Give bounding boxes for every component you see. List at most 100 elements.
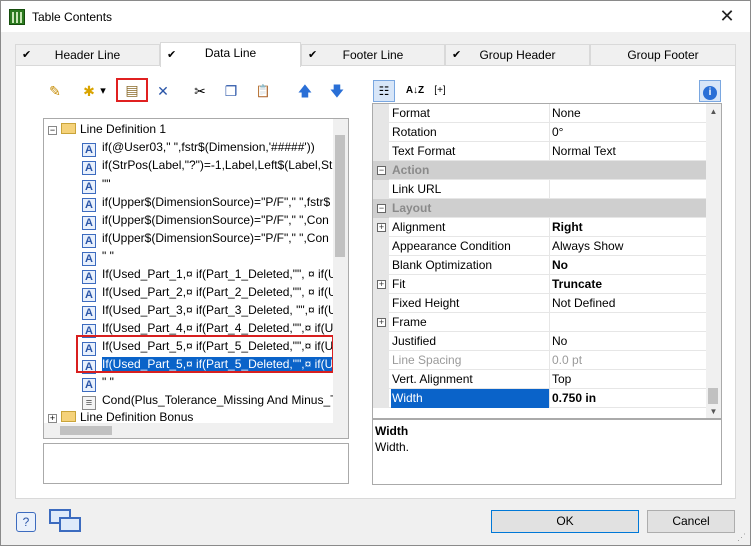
folder-icon: [61, 411, 76, 422]
table-contents-dialog: Table Contents ✕ ✔ Header Line ✔ Data Li…: [0, 0, 751, 546]
collapse-icon[interactable]: −: [48, 126, 57, 135]
property-row-text-format[interactable]: Text Format Normal Text: [373, 142, 706, 161]
tree-item[interactable]: A " ": [82, 373, 114, 392]
sort-alpha-icon[interactable]: A↓Z: [403, 81, 427, 101]
scroll-up-icon[interactable]: ▲: [706, 104, 721, 119]
property-row-blank-optimization[interactable]: Blank Optimization No: [373, 256, 706, 275]
collapse-icon[interactable]: −: [377, 166, 386, 175]
tree-item[interactable]: A If(Used_Part_1,¤ if(Part_1_Deleted,"", …: [82, 265, 337, 284]
tree-item[interactable]: A "": [82, 175, 111, 194]
tab-label: Footer Line: [342, 48, 404, 62]
property-row-format[interactable]: Format None: [373, 104, 706, 123]
property-description-box: Width Width.: [372, 419, 722, 485]
tab-group-header[interactable]: ✔ Group Header: [445, 44, 590, 66]
line-definition-tree[interactable]: − Line Definition 1 Aif(@User03," ",fstr$…: [43, 118, 349, 439]
tab-label: Header Line: [54, 48, 121, 62]
property-row-vert-alignment[interactable]: Vert. Alignment Top: [373, 370, 706, 389]
categorized-view-icon[interactable]: ☷: [373, 80, 395, 102]
tree-horizontal-scrollbar[interactable]: [44, 423, 348, 438]
property-row-width[interactable]: Width 0.750 in: [373, 389, 706, 408]
property-row-justified[interactable]: Justified No: [373, 332, 706, 351]
highlight-box: [76, 335, 334, 373]
tree-item[interactable]: Aif(StrPos(Label,"?")=-1,Label,Left$(Lab…: [82, 156, 336, 175]
property-grid[interactable]: Format None Rotation 0° Text Format Normal …: [372, 103, 722, 419]
scroll-down-icon[interactable]: ▼: [706, 404, 721, 418]
check-icon: ✔: [167, 49, 177, 61]
property-row-fixed-height[interactable]: Fixed Height Not Defined: [373, 294, 706, 313]
new-item-icon[interactable]: ✱: [79, 81, 99, 101]
tree-root[interactable]: − Line Definition 1: [48, 120, 166, 138]
tree-item[interactable]: ≡ Cond(Plus_Tolerance_Missing And Minus_T: [82, 391, 337, 410]
copy-icon[interactable]: ❐: [221, 81, 241, 101]
resize-grip-icon[interactable]: ⋰: [737, 532, 747, 542]
expand-icon[interactable]: +: [377, 223, 386, 232]
cut-icon[interactable]: ✂: [190, 81, 210, 101]
tree-item[interactable]: Aif(@User03," ",fstr$(Dimension,'#####')…: [82, 138, 315, 157]
text-field-icon: A: [82, 161, 96, 175]
tab-header-line[interactable]: ✔ Header Line: [15, 44, 160, 66]
tab-group-footer[interactable]: Group Footer: [590, 44, 736, 66]
wand-icon[interactable]: ✎: [45, 81, 65, 101]
expand-icon[interactable]: +: [377, 318, 386, 327]
close-button[interactable]: ✕: [710, 1, 744, 31]
category-action[interactable]: − Action: [373, 161, 706, 180]
cancel-button[interactable]: Cancel: [647, 510, 735, 533]
check-icon: ✔: [22, 49, 32, 61]
tree-item[interactable]: Aif(Upper$(DimensionSource)="P/F"," ",Co…: [82, 229, 329, 248]
category-layout[interactable]: − Layout: [373, 199, 706, 218]
description-title: Width: [375, 424, 409, 438]
description-text: Width.: [375, 440, 410, 454]
text-field-icon: A: [82, 216, 96, 230]
tree-item[interactable]: A If(Used_Part_3,¤ if(Part_3_Deleted, "",…: [82, 301, 337, 320]
property-grid-scrollbar[interactable]: ▲ ▼: [706, 104, 721, 418]
property-row-fit[interactable]: + Fit Truncate: [373, 275, 706, 294]
text-field-icon: A: [82, 252, 96, 266]
tab-label: Group Footer: [627, 48, 699, 62]
text-field-icon: A: [82, 306, 96, 320]
check-icon: ✔: [308, 49, 318, 61]
tree-item[interactable]: Aif(Upper$(DimensionSource)="P/F"," ",Co…: [82, 211, 329, 230]
properties-icon[interactable]: ▤: [116, 78, 148, 102]
move-down-icon[interactable]: 🡇: [327, 81, 347, 101]
text-field-icon: A: [82, 143, 96, 157]
paste-icon[interactable]: 📋: [253, 81, 273, 101]
property-row-rotation[interactable]: Rotation 0°: [373, 123, 706, 142]
text-field-icon: A: [82, 378, 96, 392]
tab-label: Group Header: [479, 48, 556, 62]
window-title: Table Contents: [32, 10, 113, 24]
text-field-icon: A: [82, 198, 96, 212]
text-field-icon: A: [82, 234, 96, 248]
tab-data-line[interactable]: ✔ Data Line: [160, 42, 301, 67]
property-row-alignment[interactable]: + Alignment Right: [373, 218, 706, 237]
tree-item[interactable]: A " ": [82, 247, 114, 266]
tree-item[interactable]: A If(Used_Part_2,¤ if(Part_2_Deleted,"", …: [82, 283, 337, 302]
scrollbar-thumb[interactable]: [60, 426, 112, 435]
delete-icon[interactable]: ✕: [153, 81, 173, 101]
info-icon[interactable]: i: [699, 80, 721, 102]
tree-description-box: [43, 443, 349, 484]
expand-icon[interactable]: +: [377, 280, 386, 289]
move-up-icon[interactable]: 🡅: [295, 81, 315, 101]
app-icon: [9, 9, 25, 25]
dropdown-arrow-icon[interactable]: ▾: [97, 81, 109, 101]
tree-root-label: Line Definition 1: [80, 122, 167, 136]
expand-all-button[interactable]: [+]: [429, 81, 451, 101]
property-row-link-url[interactable]: Link URL: [373, 180, 706, 199]
tab-label: Data Line: [204, 46, 257, 60]
tab-footer-line[interactable]: ✔ Footer Line: [301, 44, 445, 66]
property-row-line-spacing[interactable]: Line Spacing 0.0 pt: [373, 351, 706, 370]
tree-vertical-scrollbar[interactable]: [333, 119, 348, 425]
property-row-frame[interactable]: + Frame: [373, 313, 706, 332]
collapse-icon[interactable]: −: [377, 204, 386, 213]
property-row-appearance-condition[interactable]: Appearance Condition Always Show: [373, 237, 706, 256]
help-icon[interactable]: ?: [16, 512, 36, 532]
text-field-icon: A: [82, 288, 96, 302]
check-icon: ✔: [452, 49, 462, 61]
scrollbar-thumb[interactable]: [335, 135, 345, 257]
scrollbar-thumb[interactable]: [708, 388, 718, 404]
windows-icon[interactable]: [49, 509, 83, 535]
text-field-icon: A: [82, 180, 96, 194]
ok-button[interactable]: OK: [491, 510, 639, 533]
tree-item[interactable]: Aif(Upper$(DimensionSource)="P/F"," ",fs…: [82, 193, 330, 212]
expand-icon[interactable]: +: [48, 414, 57, 423]
